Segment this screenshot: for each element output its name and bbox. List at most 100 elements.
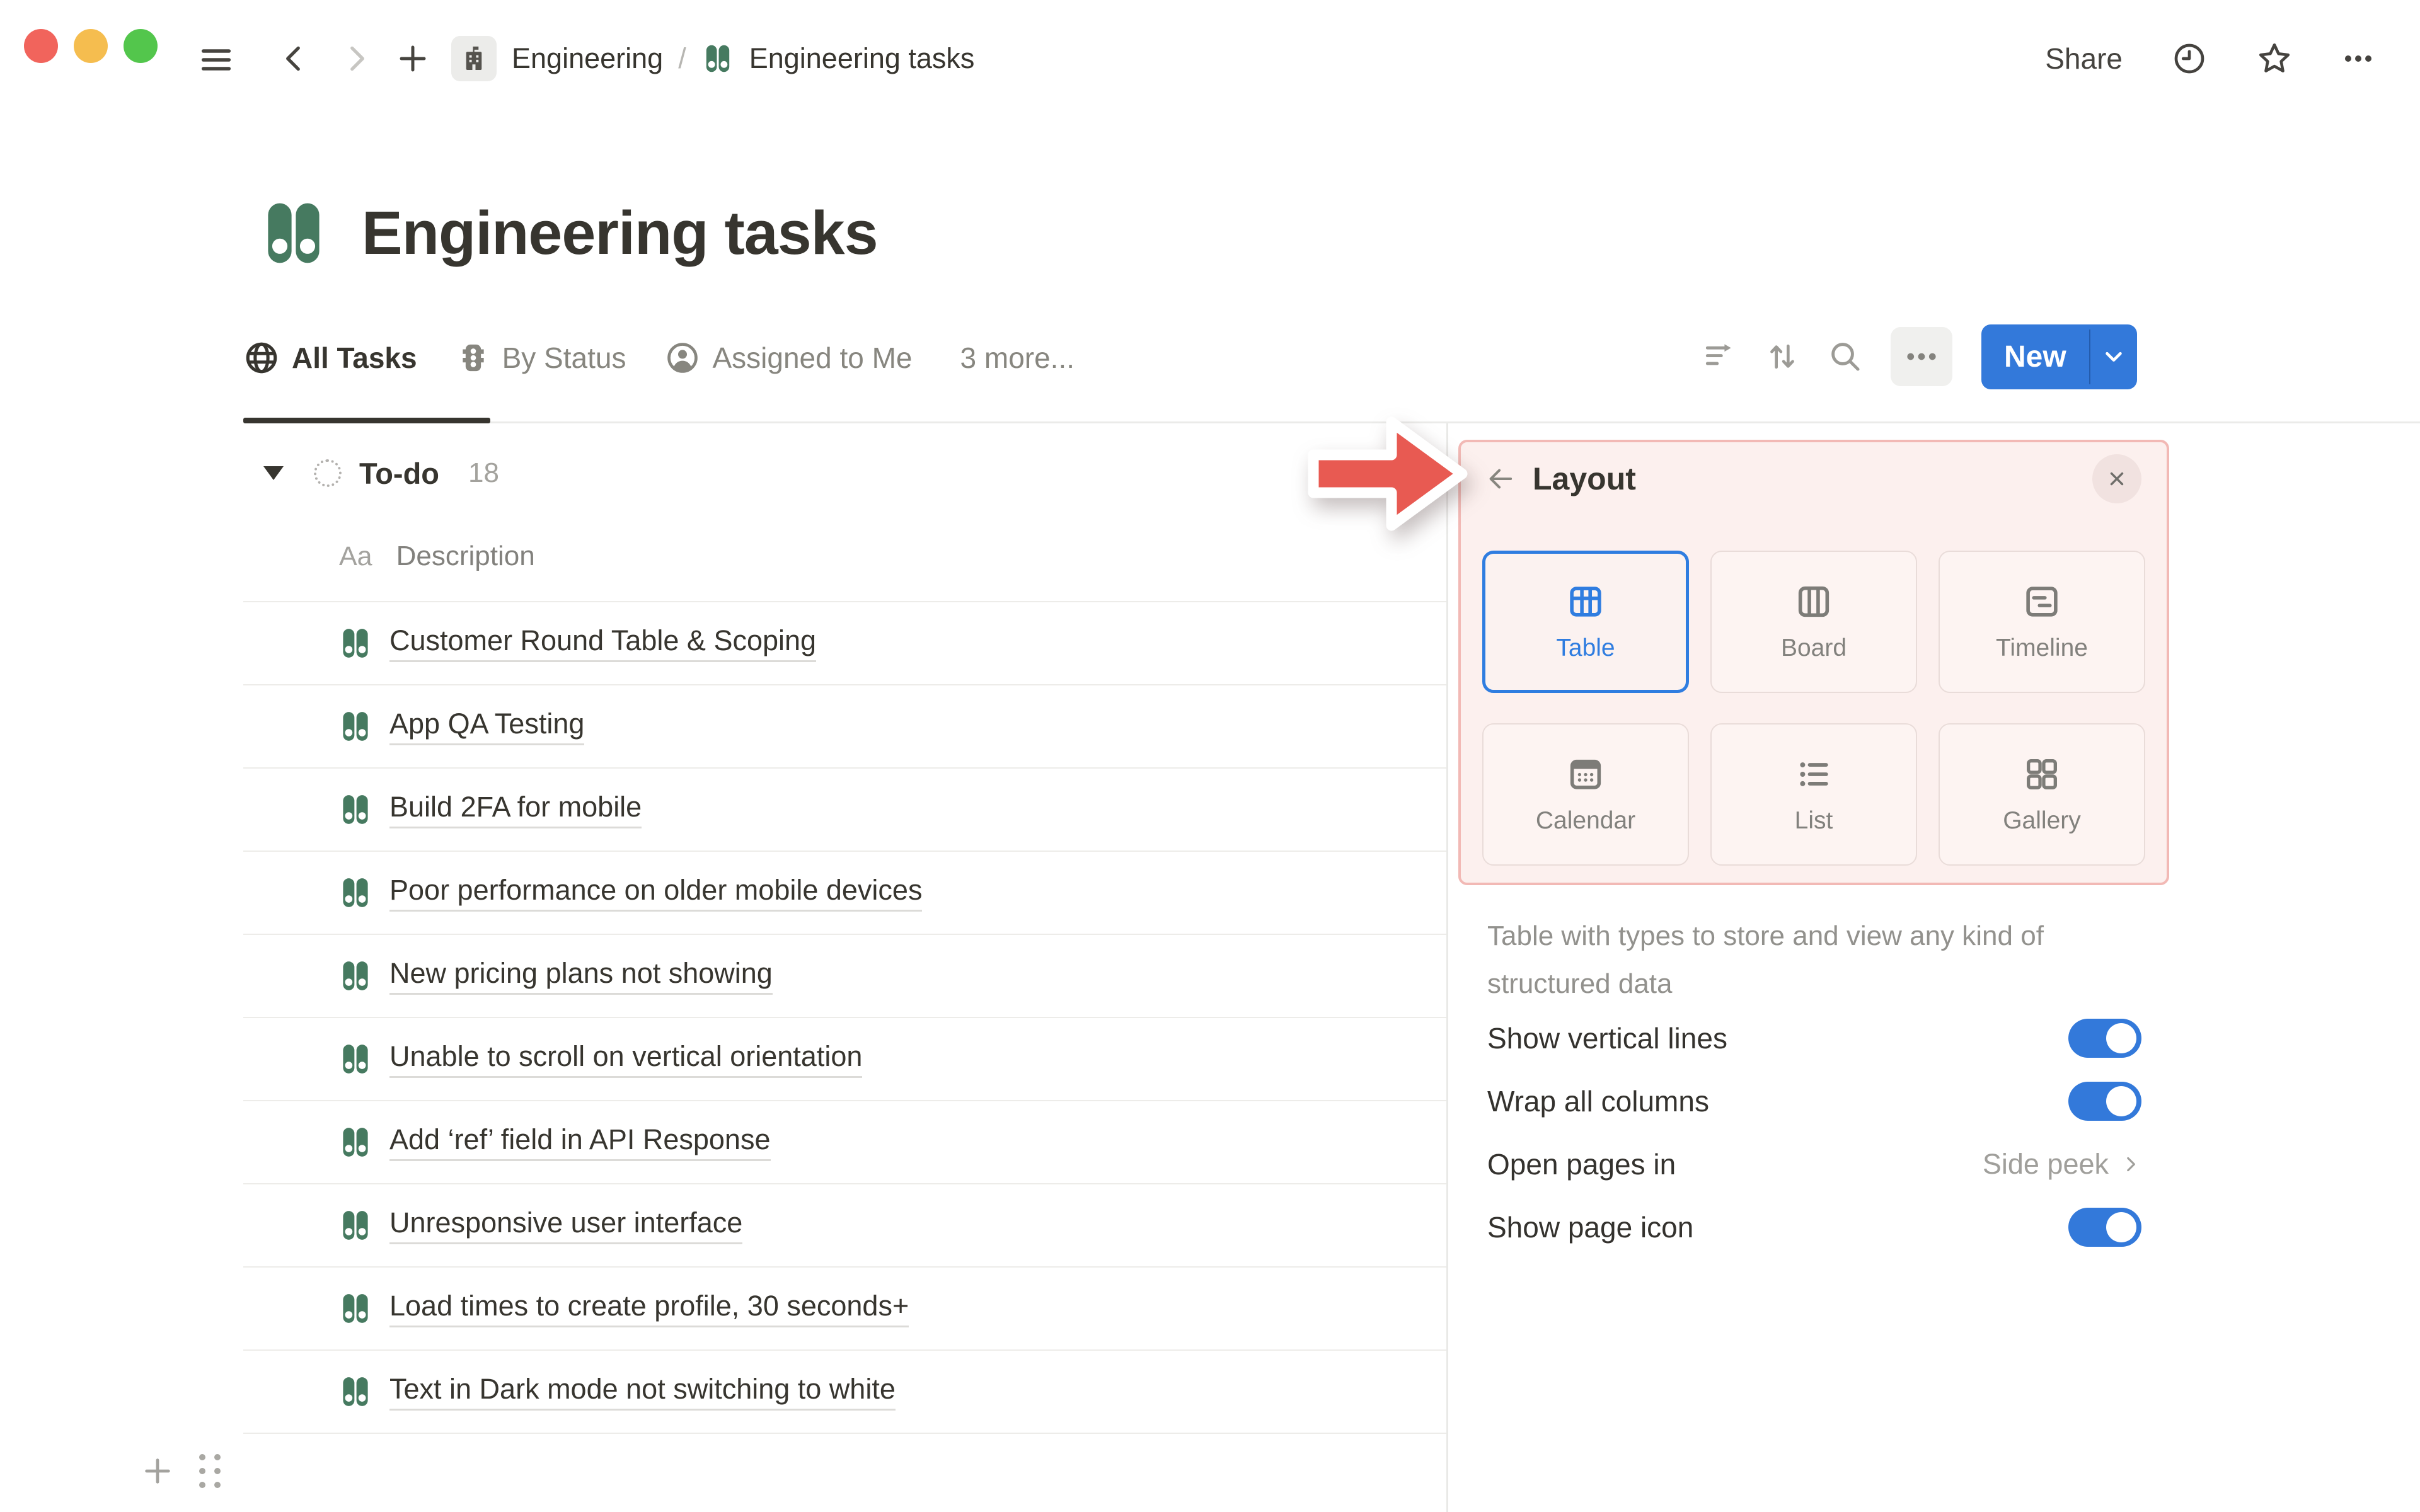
list-layout-icon bbox=[1794, 754, 1834, 794]
binoculars-icon bbox=[338, 1208, 373, 1243]
view-tabs: All Tasks By Status Assigned to Me 3 mor… bbox=[243, 333, 1075, 383]
page-binoculars-icon[interactable] bbox=[257, 197, 330, 270]
show-page-icon-toggle[interactable] bbox=[2068, 1208, 2141, 1247]
close-panel-button[interactable] bbox=[2092, 454, 2141, 503]
binoculars-icon bbox=[338, 1041, 373, 1077]
new-button-group: New bbox=[1981, 324, 2137, 389]
new-dropdown-button[interactable] bbox=[2090, 324, 2137, 389]
wrap-all-columns-toggle[interactable] bbox=[2068, 1082, 2141, 1121]
tab-by-status[interactable]: By Status bbox=[456, 341, 626, 375]
binoculars-icon bbox=[701, 42, 734, 75]
search-icon[interactable] bbox=[1828, 339, 1863, 374]
annotation-arrow-icon bbox=[1308, 416, 1468, 531]
back-icon[interactable] bbox=[277, 42, 311, 76]
task-title[interactable]: Unable to scroll on vertical orientation bbox=[389, 1040, 863, 1078]
text-type-icon: Aa bbox=[339, 541, 372, 571]
timeline-layout-icon bbox=[2022, 581, 2062, 622]
task-title[interactable]: Build 2FA for mobile bbox=[389, 791, 642, 828]
new-page-icon[interactable] bbox=[396, 42, 430, 76]
close-window-button[interactable] bbox=[24, 29, 58, 63]
back-arrow-icon[interactable] bbox=[1486, 464, 1515, 493]
task-title[interactable]: Unresponsive user interface bbox=[389, 1206, 743, 1244]
task-title[interactable]: Add ‘ref’ field in API Response bbox=[389, 1123, 771, 1161]
layout-option-gallery[interactable]: Gallery bbox=[1939, 723, 2145, 866]
breadcrumb: Engineering / Engineering tasks bbox=[451, 35, 974, 82]
gallery-layout-icon bbox=[2022, 754, 2062, 794]
tab-assigned-to-me[interactable]: Assigned to Me bbox=[665, 340, 913, 375]
layout-option-label: Calendar bbox=[1535, 807, 1636, 834]
table-row[interactable]: Unresponsive user interface bbox=[243, 1184, 1446, 1268]
table-row[interactable]: Add ‘ref’ field in API Response bbox=[243, 1101, 1446, 1184]
share-button[interactable]: Share bbox=[2045, 42, 2123, 76]
layout-option-list[interactable]: List bbox=[1710, 723, 1917, 866]
table-row[interactable]: Customer Round Table & Scoping bbox=[243, 602, 1446, 685]
new-button[interactable]: New bbox=[1981, 324, 2089, 389]
tab-label: 3 more... bbox=[960, 341, 1075, 374]
layout-option-table[interactable]: Table bbox=[1482, 551, 1689, 693]
layout-option-board[interactable]: Board bbox=[1710, 551, 1917, 693]
todo-status-icon bbox=[314, 459, 342, 487]
show-vertical-lines-toggle[interactable] bbox=[2068, 1019, 2141, 1058]
ellipsis-icon bbox=[1904, 339, 1939, 374]
active-tab-underline bbox=[243, 418, 490, 423]
binoculars-icon bbox=[338, 709, 373, 744]
close-icon bbox=[2106, 468, 2128, 490]
setting-value: Side peek bbox=[1982, 1148, 2109, 1180]
task-table: To-do 18 Aa Description Customer Round T… bbox=[243, 435, 1446, 1434]
sort-icon[interactable] bbox=[1765, 339, 1800, 374]
table-row[interactable]: Text in Dark mode not switching to white bbox=[243, 1351, 1446, 1434]
page-header: Engineering tasks bbox=[257, 197, 879, 270]
task-title[interactable]: Customer Round Table & Scoping bbox=[389, 624, 817, 662]
layout-option-calendar[interactable]: Calendar bbox=[1482, 723, 1689, 866]
sidebar-menu-icon[interactable] bbox=[198, 42, 234, 78]
task-title[interactable]: Text in Dark mode not switching to white bbox=[389, 1373, 896, 1411]
person-icon bbox=[665, 340, 700, 375]
drag-handle-icon[interactable] bbox=[199, 1454, 221, 1488]
layout-option-timeline[interactable]: Timeline bbox=[1939, 551, 2145, 693]
more-options-icon[interactable] bbox=[2342, 42, 2375, 75]
tab-all-tasks[interactable]: All Tasks bbox=[243, 340, 417, 376]
tab-label: All Tasks bbox=[292, 341, 417, 374]
setting-open-pages-in[interactable]: Open pages in Side peek bbox=[1487, 1133, 2141, 1196]
setting-show-vertical-lines: Show vertical lines bbox=[1487, 1007, 2141, 1070]
table-row[interactable]: Build 2FA for mobile bbox=[243, 769, 1446, 852]
page-title: Engineering tasks bbox=[362, 198, 879, 267]
column-header-description[interactable]: Description bbox=[396, 541, 535, 572]
favorite-star-icon[interactable] bbox=[2256, 40, 2293, 77]
layout-option-label: Timeline bbox=[1996, 634, 2088, 662]
task-title[interactable]: Poor performance on older mobile devices bbox=[389, 874, 923, 912]
table-row[interactable]: Poor performance on older mobile devices bbox=[243, 852, 1446, 935]
board-layout-icon bbox=[1794, 581, 1834, 622]
binoculars-icon bbox=[338, 1125, 373, 1160]
open-pages-in-value[interactable]: Side peek bbox=[1983, 1148, 2141, 1181]
breadcrumb-teamspace[interactable]: Engineering bbox=[512, 42, 663, 75]
table-row[interactable]: New pricing plans not showing bbox=[243, 935, 1446, 1018]
collapse-triangle-icon[interactable] bbox=[263, 466, 284, 480]
group-name[interactable]: To-do bbox=[359, 456, 439, 491]
table-row[interactable]: Unable to scroll on vertical orientation bbox=[243, 1018, 1446, 1101]
table-row[interactable]: App QA Testing bbox=[243, 685, 1446, 769]
filter-icon[interactable] bbox=[1702, 339, 1737, 374]
layout-option-label: List bbox=[1794, 807, 1833, 834]
task-title[interactable]: App QA Testing bbox=[389, 707, 585, 745]
view-toolbar: New bbox=[1702, 324, 2137, 389]
task-title[interactable]: Load times to create profile, 30 seconds… bbox=[389, 1290, 909, 1327]
globe-icon bbox=[243, 340, 280, 376]
forward-icon[interactable] bbox=[339, 42, 373, 76]
panel-title: Layout bbox=[1533, 461, 1636, 496]
tab-more-views[interactable]: 3 more... bbox=[960, 341, 1075, 375]
zoom-window-button[interactable] bbox=[124, 29, 158, 63]
breadcrumb-page[interactable]: Engineering tasks bbox=[749, 42, 975, 75]
view-options-button[interactable] bbox=[1891, 327, 1952, 386]
chevron-right-icon bbox=[2120, 1154, 2141, 1175]
status-traffic-light-icon bbox=[456, 341, 490, 375]
minimize-window-button[interactable] bbox=[74, 29, 108, 63]
teamspace-icon[interactable] bbox=[451, 36, 497, 81]
add-row-icon[interactable] bbox=[141, 1455, 174, 1487]
task-title[interactable]: New pricing plans not showing bbox=[389, 957, 773, 995]
updates-clock-icon[interactable] bbox=[2172, 41, 2207, 76]
layout-panel-header: Layout bbox=[1461, 444, 2167, 514]
setting-label: Open pages in bbox=[1487, 1148, 1676, 1181]
table-row[interactable]: Load times to create profile, 30 seconds… bbox=[243, 1268, 1446, 1351]
layout-description: Table with types to store and view any k… bbox=[1487, 920, 2044, 999]
